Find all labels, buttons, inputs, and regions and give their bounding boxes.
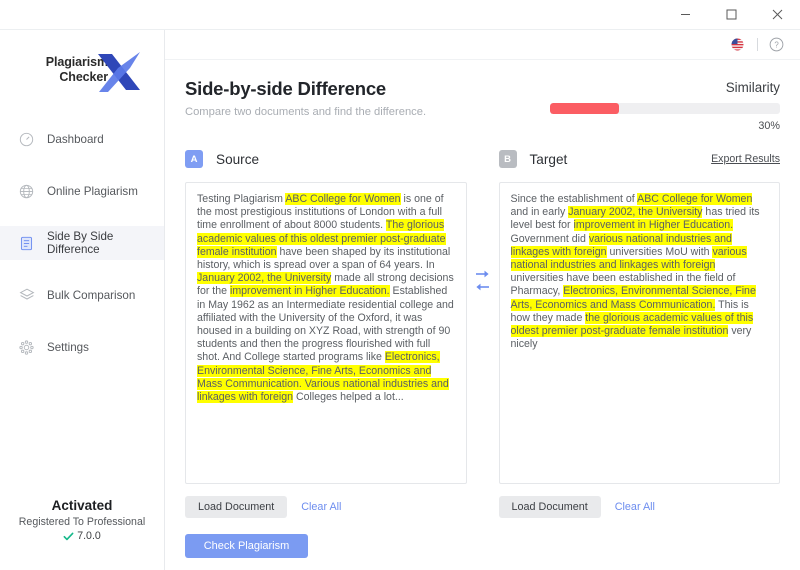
export-results-link[interactable]: Export Results <box>711 153 780 165</box>
highlighted-text: ABC College for Women <box>285 193 400 205</box>
highlighted-text: January 2002, the University <box>568 206 702 218</box>
source-panel-header: A Source <box>185 146 467 172</box>
plain-text: Since the establishment of <box>511 193 638 205</box>
toolbar-divider <box>757 38 758 51</box>
similarity-label: Similarity <box>550 80 780 95</box>
page-subtitle: Compare two documents and find the diffe… <box>185 106 426 118</box>
target-panel-header: B Target Export Results <box>499 146 781 172</box>
title-bar <box>0 0 800 30</box>
app-body: Plagiarism Checker Dashboard <box>0 30 800 570</box>
sidebar-nav: Dashboard Online Plagiarism Side By Side… <box>0 122 164 382</box>
sidebar-item-label: Side By Side Difference <box>47 230 164 256</box>
target-badge: B <box>499 150 517 168</box>
action-bar: Load Document Clear All Check Plagiarism… <box>165 484 800 570</box>
plain-text: Testing Plagiarism <box>197 193 285 205</box>
logo-x-icon <box>94 48 144 96</box>
source-badge: A <box>185 150 203 168</box>
source-action-row: Load Document Clear All <box>185 496 467 518</box>
target-panel: B Target Export Results Since the establ… <box>499 146 781 484</box>
main-content: ? Side-by-side Difference Compare two do… <box>165 30 800 570</box>
help-circle-icon[interactable]: ? <box>769 37 784 52</box>
similarity-progress-fill <box>550 103 619 114</box>
plain-text: Government did <box>511 233 589 245</box>
source-load-document-button[interactable]: Load Document <box>185 496 287 518</box>
highlighted-text: ABC College for Women <box>637 193 752 205</box>
swap-column <box>467 146 499 484</box>
sidebar-item-label: Dashboard <box>47 133 104 146</box>
source-document-box[interactable]: Testing Plagiarism ABC College for Women… <box>185 182 467 484</box>
window-close-button[interactable] <box>754 0 800 29</box>
source-panel: A Source Testing Plagiarism ABC College … <box>185 146 467 484</box>
source-clear-all-link[interactable]: Clear All <box>301 501 341 513</box>
sidebar-item-dashboard[interactable]: Dashboard <box>0 122 164 156</box>
globe-icon <box>18 183 35 200</box>
similarity-percent: 30% <box>550 120 780 132</box>
license-state: Activated <box>0 498 164 513</box>
check-icon <box>63 531 74 542</box>
sidebar-item-label: Settings <box>47 341 89 354</box>
application-window: Plagiarism Checker Dashboard <box>0 0 800 570</box>
target-action-row: Load Document Clear All <box>499 496 781 518</box>
page-header-text: Side-by-side Difference Compare two docu… <box>185 78 426 118</box>
action-spacer <box>467 496 499 570</box>
swap-arrows-icon[interactable] <box>475 269 490 292</box>
source-title: Source <box>216 152 259 167</box>
gear-icon <box>18 339 35 356</box>
page-header: Side-by-side Difference Compare two docu… <box>165 60 800 132</box>
svg-text:?: ? <box>774 41 779 50</box>
similarity-meter: Similarity 30% <box>550 78 780 132</box>
window-maximize-button[interactable] <box>708 0 754 29</box>
window-minimize-button[interactable] <box>662 0 708 29</box>
sidebar-item-bulk-comparison[interactable]: Bulk Comparison <box>0 278 164 312</box>
speedometer-icon <box>18 131 35 148</box>
similarity-progress-track <box>550 103 780 114</box>
plain-text: universities MoU with <box>607 246 713 258</box>
version-row: 7.0.0 <box>0 530 164 542</box>
source-actions: Load Document Clear All Check Plagiarism <box>185 496 467 570</box>
document-icon <box>18 235 35 252</box>
page-title: Side-by-side Difference <box>185 78 426 100</box>
comparison-panels: A Source Testing Plagiarism ABC College … <box>165 132 800 484</box>
plain-text: and in early <box>511 206 569 218</box>
highlighted-text: January 2002, the University <box>197 272 331 284</box>
sidebar-item-online-plagiarism[interactable]: Online Plagiarism <box>0 174 164 208</box>
target-document-box[interactable]: Since the establishment of ABC College f… <box>499 182 781 484</box>
source-document-text[interactable]: Testing Plagiarism ABC College for Women… <box>197 193 455 404</box>
top-toolbar: ? <box>165 30 800 60</box>
highlighted-text: improvement in Higher Education. <box>574 219 734 231</box>
target-clear-all-link[interactable]: Clear All <box>615 501 655 513</box>
sidebar-item-label: Online Plagiarism <box>47 185 138 198</box>
check-plagiarism-button[interactable]: Check Plagiarism <box>185 534 308 558</box>
target-load-document-button[interactable]: Load Document <box>499 496 601 518</box>
target-title: Target <box>530 152 568 167</box>
sidebar-item-label: Bulk Comparison <box>47 289 135 302</box>
sidebar-item-settings[interactable]: Settings <box>0 330 164 364</box>
sidebar: Plagiarism Checker Dashboard <box>0 30 165 570</box>
plain-text: Colleges helped a lot... <box>293 391 404 403</box>
license-registration: Registered To Professional <box>0 516 164 528</box>
layers-icon <box>18 287 35 304</box>
highlighted-text: improvement in Higher Education. <box>230 285 390 297</box>
app-version: 7.0.0 <box>77 530 101 542</box>
license-status: Activated Registered To Professional 7.0… <box>0 498 164 570</box>
target-document-text[interactable]: Since the establishment of ABC College f… <box>511 193 769 351</box>
sidebar-item-side-by-side-difference[interactable]: Side By Side Difference <box>0 226 164 260</box>
target-actions: Load Document Clear All <box>499 496 781 570</box>
us-flag-icon[interactable] <box>729 38 746 51</box>
app-logo: Plagiarism Checker <box>0 30 164 108</box>
